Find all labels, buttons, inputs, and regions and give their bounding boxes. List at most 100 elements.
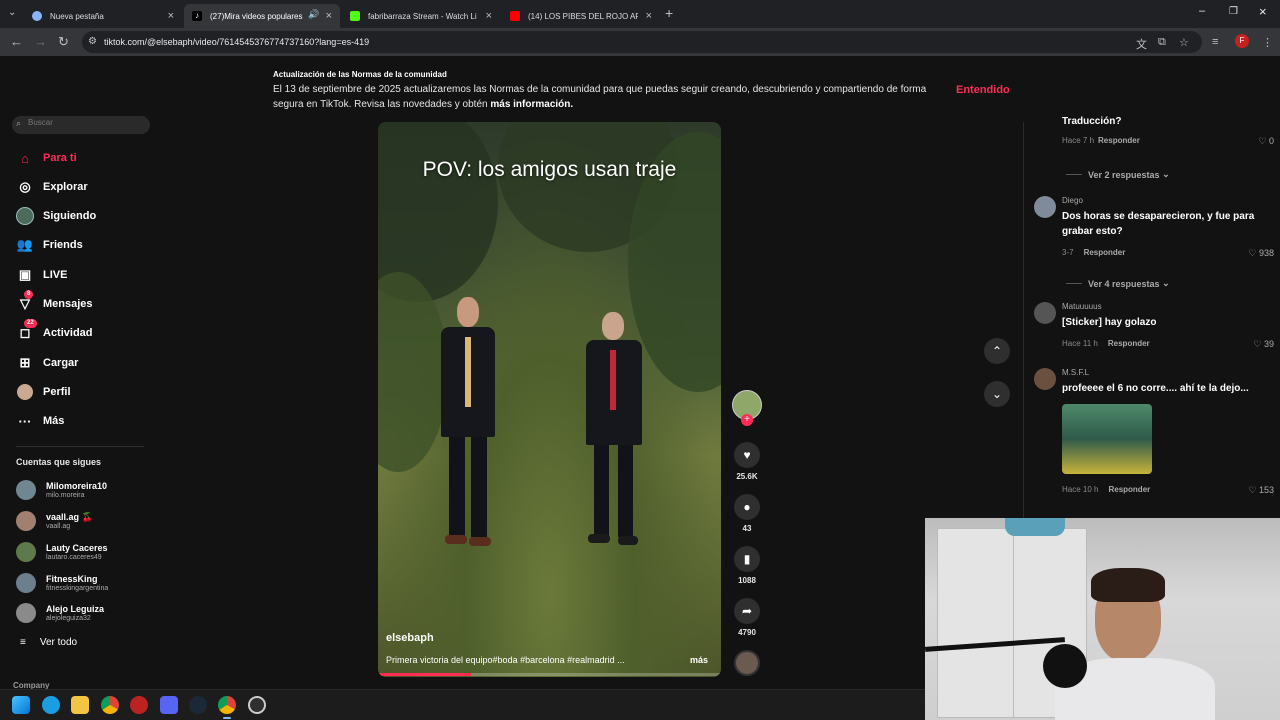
avatar[interactable] — [1034, 302, 1056, 324]
reading-list-icon[interactable]: ≡ — [1212, 36, 1218, 48]
tab-tiktok[interactable]: ♪ (27)Mira videos populares 🔊 × — [184, 4, 340, 28]
reply-button[interactable]: Responder — [1098, 136, 1140, 145]
install-icon[interactable]: ⧉ — [1158, 36, 1166, 49]
forward-button[interactable]: → — [34, 34, 47, 49]
comment-button[interactable]: ● 43 — [734, 494, 760, 533]
understood-button[interactable]: Entendido — [956, 84, 1010, 96]
followed-account[interactable]: Lauty Caceres lautaro.caceres49 — [16, 542, 108, 562]
tab-search-icon[interactable]: ⌄ — [8, 7, 16, 18]
nav-following[interactable]: Siguiendo — [16, 206, 96, 226]
tab-new-tab[interactable]: Nueva pestaña × — [24, 4, 182, 28]
nav-more[interactable]: ··· Más — [16, 411, 65, 431]
nav-for-you[interactable]: ⌂ Para ti — [16, 148, 77, 168]
avatar[interactable] — [1034, 368, 1056, 390]
more-button[interactable]: más — [690, 655, 708, 665]
reload-button[interactable]: ↻ — [58, 34, 69, 50]
bookmark-star-icon[interactable]: ☆ — [1179, 36, 1189, 49]
sound-avatar-button[interactable] — [734, 650, 760, 676]
nav-profile[interactable]: Perfil — [16, 382, 71, 402]
comment-like-button[interactable]: ♡ 39 — [1253, 339, 1274, 350]
comment-like-button[interactable]: ♡ 938 — [1248, 248, 1274, 259]
close-icon[interactable]: × — [646, 10, 652, 22]
heart-outline-icon: ♡ — [1253, 339, 1262, 349]
save-button[interactable]: ▮ 1088 — [734, 546, 760, 585]
company-link[interactable]: Company — [13, 681, 49, 689]
followed-account[interactable]: Alejo Leguiza alejoleguiza32 — [16, 603, 104, 623]
comment-username[interactable]: Diego — [1062, 196, 1083, 205]
close-window-button[interactable]: × — [1259, 4, 1267, 19]
reply-button[interactable]: Responder — [1108, 339, 1150, 348]
reply-button[interactable]: Responder — [1084, 248, 1126, 257]
speaker-icon[interactable]: 🔊 — [308, 9, 319, 20]
view-replies-button[interactable]: Ver 2 respuestas ⌄ — [1066, 169, 1170, 180]
video-caption: POV: los amigos usan traje — [422, 158, 677, 181]
close-icon[interactable]: × — [168, 10, 174, 22]
banner-heading: Actualización de las Normas de la comuni… — [273, 70, 447, 79]
edge-icon[interactable] — [42, 696, 60, 714]
url-field[interactable]: ⚙ tiktok.com/@elsebaph/video/76145453767… — [82, 31, 1202, 53]
comment-like-button[interactable]: ♡ 153 — [1248, 485, 1274, 496]
new-tab-button[interactable]: + — [665, 5, 673, 21]
discord-icon[interactable] — [160, 696, 178, 714]
chrome-profile-icon[interactable] — [218, 696, 236, 714]
minimize-button[interactable]: – — [1199, 5, 1205, 17]
video-author[interactable]: elsebaph — [386, 632, 434, 644]
share-button[interactable]: ➦ 4790 — [734, 598, 760, 637]
site-info-icon[interactable]: ⚙ — [88, 31, 97, 53]
comment-time: Hace 11 h — [1062, 339, 1098, 348]
profile-avatar[interactable]: F — [1235, 34, 1249, 48]
comment-time: 3-7 — [1062, 248, 1074, 257]
comment-username[interactable]: M.S.F.L — [1062, 368, 1089, 377]
app-red-icon[interactable] — [130, 696, 148, 714]
author-avatar-button[interactable]: + — [732, 390, 762, 426]
tab-title: (27)Mira videos populares — [210, 11, 303, 21]
steam-icon[interactable] — [189, 696, 207, 714]
next-video-button[interactable]: ⌄ — [984, 381, 1010, 407]
message-icon: ▽ 8 — [16, 290, 34, 313]
file-explorer-icon[interactable] — [71, 696, 89, 714]
translate-icon[interactable]: 文 — [1136, 36, 1147, 52]
close-icon[interactable]: × — [326, 10, 332, 22]
chrome-icon[interactable] — [101, 696, 119, 714]
video-progress-bar[interactable] — [378, 673, 721, 676]
tab-kick-stream[interactable]: fabribarraza Stream - Watch Li × — [342, 4, 500, 28]
profile-icon — [16, 383, 34, 401]
following-accounts-title: Cuentas que sigues — [16, 457, 102, 467]
reply-button[interactable]: Responder — [1108, 485, 1150, 494]
maximize-button[interactable]: ❐ — [1229, 6, 1238, 17]
nav-live[interactable]: ▣ LIVE — [16, 265, 68, 285]
nav-messages[interactable]: ▽ 8 Mensajes — [16, 290, 93, 314]
back-button[interactable]: ← — [10, 34, 23, 49]
person-right — [578, 312, 648, 567]
nav-upload[interactable]: ⊞ Cargar — [16, 353, 79, 373]
divider — [16, 446, 144, 447]
nav-explore[interactable]: ◎ Explorar — [16, 177, 87, 197]
menu-icon[interactable]: ⋮ — [1262, 36, 1273, 49]
see-all-link[interactable]: ≡ Ver todo — [20, 637, 77, 648]
follow-plus-icon[interactable]: + — [741, 414, 753, 426]
comment-icon: ● — [734, 494, 760, 520]
like-button[interactable]: ♥ 25.6K — [734, 442, 760, 481]
nav-activity[interactable]: ◻ 22 Actividad — [16, 319, 93, 343]
comment-like-button[interactable]: ♡ 0 — [1258, 136, 1274, 147]
account-handle: vaall.ag — [46, 522, 71, 530]
search-input[interactable]: ⌕ Buscar — [12, 116, 150, 134]
heart-outline-icon: ♡ — [1248, 248, 1257, 258]
obs-icon[interactable] — [248, 696, 266, 714]
tab-youtube[interactable]: (14) LOS PIBES DEL ROJO ARM × — [502, 4, 660, 28]
comment-image[interactable] — [1062, 404, 1152, 474]
followed-account[interactable]: vaall.ag 🍒 vaall.ag — [16, 511, 93, 531]
progress-fill — [378, 673, 471, 676]
previous-video-button[interactable]: ⌃ — [984, 338, 1010, 364]
followed-account[interactable]: Milomoreira10 milo.moreira — [16, 480, 107, 500]
avatar[interactable] — [1034, 196, 1056, 218]
more-info-link[interactable]: más información. — [490, 99, 573, 110]
see-all-label: Ver todo — [39, 637, 78, 648]
comment-username[interactable]: Matuuuuus — [1062, 302, 1102, 311]
followed-account[interactable]: FitnessKing fitnesskingargentina — [16, 573, 108, 593]
close-icon[interactable]: × — [486, 10, 492, 22]
video-player[interactable]: POV: los amigos usan traje elsebaph Prim… — [378, 122, 721, 677]
nav-friends[interactable]: 👥 Friends — [16, 235, 83, 255]
view-replies-button[interactable]: Ver 4 respuestas ⌄ — [1066, 278, 1170, 289]
windows-start-icon[interactable] — [12, 696, 30, 714]
